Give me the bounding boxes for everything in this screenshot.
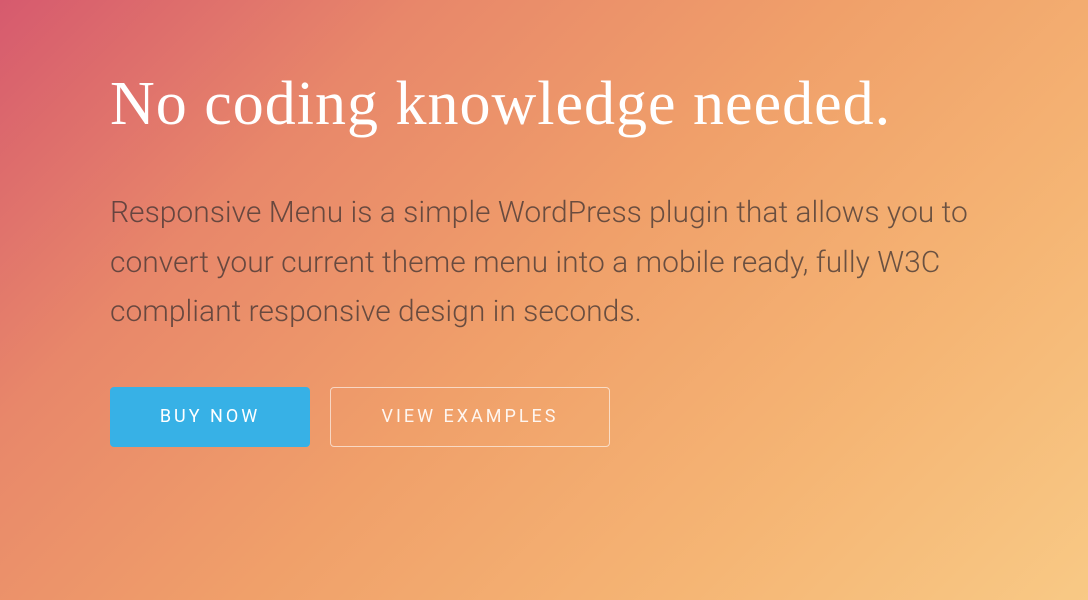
button-row: BUY NOW VIEW EXAMPLES (110, 387, 978, 447)
hero-headline: No coding knowledge needed. (110, 70, 978, 138)
buy-now-button[interactable]: BUY NOW (110, 387, 310, 447)
hero-description: Responsive Menu is a simple WordPress pl… (110, 188, 978, 337)
hero-section: No coding knowledge needed. Responsive M… (0, 0, 1088, 447)
view-examples-button[interactable]: VIEW EXAMPLES (330, 387, 610, 447)
